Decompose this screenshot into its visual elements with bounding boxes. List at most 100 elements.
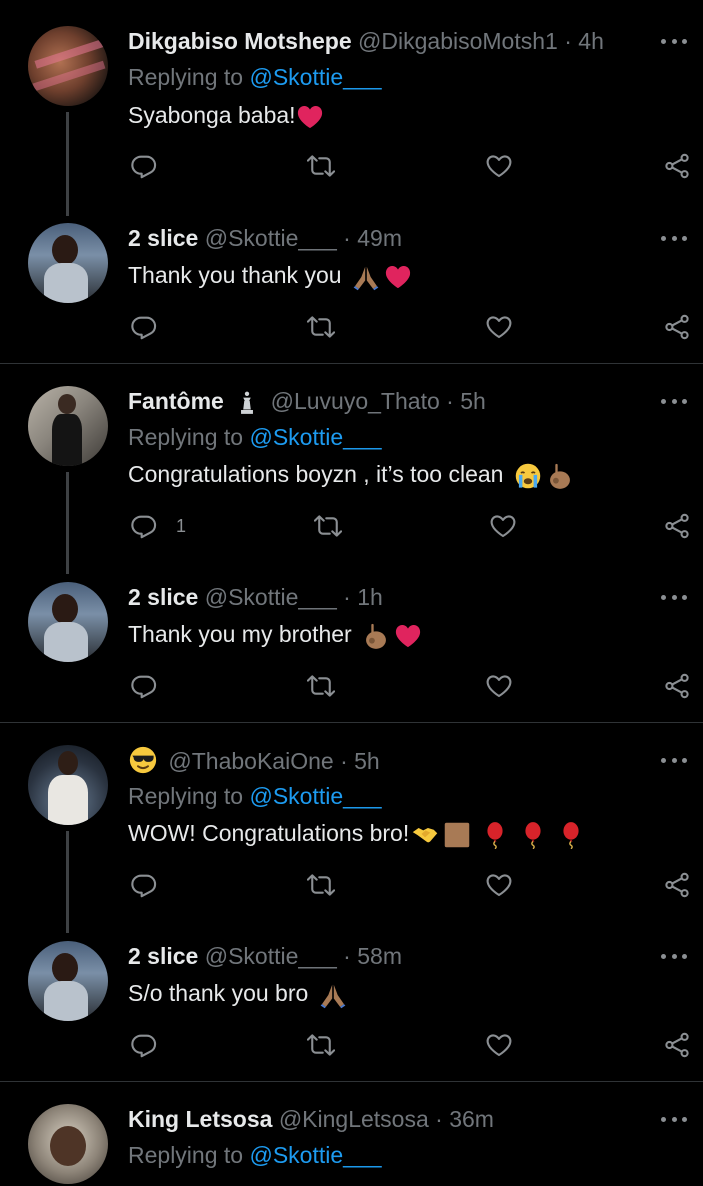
crying-face-emoji	[514, 462, 542, 490]
more-options-icon[interactable]	[661, 745, 687, 775]
separator-dot: ·	[340, 748, 348, 774]
retweet-button[interactable]	[307, 670, 335, 702]
display-name[interactable]: 2 slice	[128, 943, 198, 969]
share-button[interactable]	[663, 150, 691, 182]
like-button[interactable]	[485, 1029, 513, 1061]
retweet-button[interactable]	[314, 510, 342, 542]
tweet-header: 2 slice @Skottie___ · 58m	[128, 941, 402, 971]
separator-dot: ·	[343, 584, 351, 610]
share-button[interactable]	[663, 670, 691, 702]
user-handle[interactable]: @Luvuyo_Thato	[271, 388, 440, 414]
heart-icon	[485, 871, 513, 899]
timestamp[interactable]: 36m	[449, 1106, 494, 1132]
like-button[interactable]	[485, 869, 513, 901]
retweet-button[interactable]	[307, 150, 335, 182]
reply-icon	[130, 152, 158, 180]
balloon-emoji	[519, 821, 547, 849]
timestamp[interactable]: 4h	[578, 28, 604, 54]
like-button[interactable]	[485, 311, 513, 343]
mention-link[interactable]: @Skottie___	[249, 1142, 381, 1168]
avatar[interactable]	[28, 26, 108, 106]
reply-button[interactable]	[130, 670, 158, 702]
user-handle[interactable]: @Skottie___	[205, 225, 337, 251]
mention-link[interactable]: @Skottie___	[249, 64, 381, 90]
replying-to-label: Replying to	[128, 64, 244, 90]
avatar[interactable]	[28, 582, 108, 662]
tweet-text: S/o thank you bro	[128, 977, 347, 1009]
like-button[interactable]	[485, 670, 513, 702]
retweet-button[interactable]	[307, 869, 335, 901]
divider	[0, 363, 703, 364]
share-button[interactable]	[663, 1029, 691, 1061]
retweet-icon	[307, 152, 335, 180]
replying-to-label: Replying to	[128, 424, 244, 450]
avatar[interactable]	[28, 941, 108, 1021]
avatar[interactable]	[28, 745, 108, 825]
ok-hand-emoji	[546, 462, 574, 490]
tweet-header: 2 slice @Skottie___ · 49m	[128, 223, 402, 253]
reply-icon	[130, 1031, 158, 1059]
replying-to: Replying to @Skottie___	[128, 781, 382, 811]
tweet-text: Thank you thank you	[128, 259, 412, 291]
retweet-button[interactable]	[307, 1029, 335, 1061]
timestamp[interactable]: 5h	[354, 748, 380, 774]
share-button[interactable]	[663, 510, 691, 542]
user-handle[interactable]: @Skottie___	[205, 943, 337, 969]
user-handle[interactable]: @ThaboKaiOne	[168, 748, 333, 774]
avatar[interactable]	[28, 386, 108, 466]
display-name[interactable]: 2 slice	[128, 225, 198, 251]
more-options-icon[interactable]	[661, 26, 687, 56]
display-name[interactable]: Dikgabiso Motshepe	[128, 28, 352, 54]
divider	[0, 722, 703, 723]
folded-hands-emoji	[352, 263, 380, 291]
heart-icon	[485, 152, 513, 180]
tweet-text: WOW! Congratulations bro!	[128, 817, 585, 849]
ok-hand-emoji	[362, 622, 390, 650]
separator-dot: ·	[343, 225, 351, 251]
reply-button[interactable]	[130, 150, 158, 182]
mention-link[interactable]: @Skottie___	[249, 424, 381, 450]
retweet-icon	[307, 672, 335, 700]
like-button[interactable]	[489, 510, 517, 542]
reply-button[interactable]	[130, 869, 158, 901]
share-button[interactable]	[663, 311, 691, 343]
retweet-button[interactable]	[307, 311, 335, 343]
share-icon	[663, 313, 691, 341]
more-options-icon[interactable]	[661, 582, 687, 612]
timestamp[interactable]: 1h	[357, 584, 383, 610]
like-button[interactable]	[485, 150, 513, 182]
timestamp[interactable]: 49m	[357, 225, 402, 251]
mention-link[interactable]: @Skottie___	[249, 783, 381, 809]
display-name[interactable]: King Letsosa	[128, 1106, 272, 1132]
chess-king-icon	[234, 390, 260, 416]
avatar[interactable]	[28, 1104, 108, 1184]
more-options-icon[interactable]	[661, 1104, 687, 1134]
separator-dot: ·	[564, 28, 572, 54]
tweet-text-content: S/o thank you bro	[128, 980, 309, 1006]
replying-to-label: Replying to	[128, 783, 244, 809]
thread-line	[66, 831, 69, 933]
user-handle[interactable]: @Skottie___	[205, 584, 337, 610]
avatar[interactable]	[28, 223, 108, 303]
user-handle[interactable]: @KingLetsosa	[279, 1106, 429, 1132]
tweet-header: Dikgabiso Motshepe @DikgabisoMotsh1 · 4h	[128, 26, 604, 56]
tweet-actions	[128, 311, 694, 343]
display-name[interactable]: 2 slice	[128, 584, 198, 610]
reply-button[interactable]: 1	[130, 510, 186, 542]
tweet-text: Congratulations boyzn , it’s too clean	[128, 458, 574, 490]
more-options-icon[interactable]	[661, 941, 687, 971]
share-button[interactable]	[663, 869, 691, 901]
user-handle[interactable]: @DikgabisoMotsh1	[358, 28, 558, 54]
timestamp[interactable]: 5h	[460, 388, 486, 414]
tweet-text: Thank you my brother	[128, 618, 422, 650]
reply-button[interactable]	[130, 311, 158, 343]
timestamp[interactable]: 58m	[357, 943, 402, 969]
reply-button[interactable]	[130, 1029, 158, 1061]
reply-icon	[130, 672, 158, 700]
more-options-icon[interactable]	[661, 223, 687, 253]
more-options-icon[interactable]	[661, 386, 687, 416]
sunglasses-emoji	[128, 745, 158, 775]
tweet-text-content: Thank you thank you	[128, 262, 342, 288]
display-name[interactable]: Fantôme	[128, 388, 224, 414]
tweet-actions: 1	[128, 510, 694, 542]
